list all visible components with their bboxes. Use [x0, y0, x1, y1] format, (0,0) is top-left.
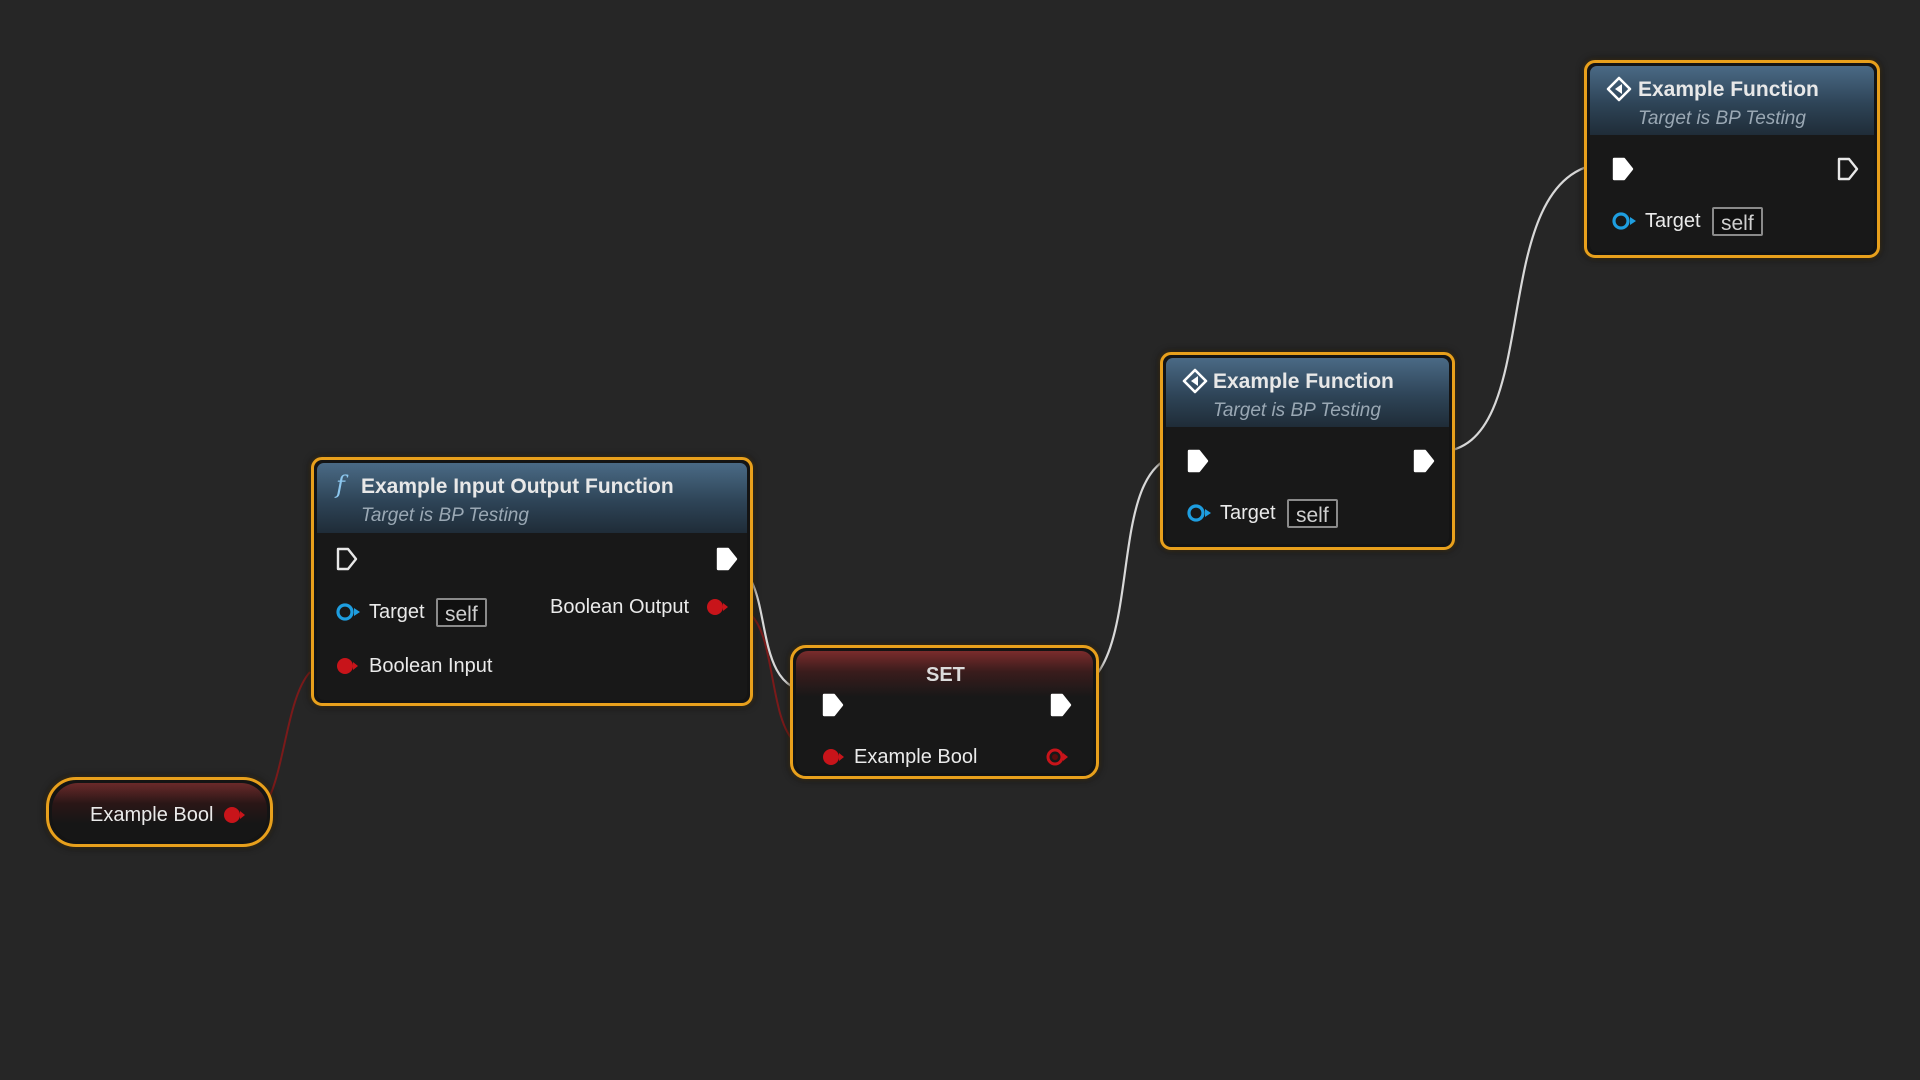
- example-function-node-2[interactable]: Example Function Target is BP Testing Ta…: [1584, 60, 1880, 258]
- node-body: SET Example Bool: [796, 651, 1093, 773]
- bool-output-pin-icon[interactable]: [222, 805, 246, 825]
- node-subtitle: Target is BP Testing: [1213, 400, 1381, 421]
- set-variable-node[interactable]: SET Example Bool: [790, 645, 1099, 779]
- node-title: SET: [926, 664, 965, 686]
- exec-output-pin-icon[interactable]: [1412, 448, 1436, 474]
- example-input-output-function-node[interactable]: f Example Input Output Function Target i…: [311, 457, 753, 706]
- target-self-field[interactable]: self: [1712, 207, 1763, 236]
- exec-input-pin-icon[interactable]: [335, 546, 359, 572]
- event-function-icon: [1606, 76, 1632, 102]
- boolean-output-pin-icon[interactable]: [705, 597, 731, 617]
- node-header[interactable]: f Example Input Output Function Target i…: [317, 463, 747, 533]
- variable-label: Example Bool: [90, 804, 214, 826]
- function-icon: f: [336, 471, 345, 499]
- target-label: Target: [369, 601, 425, 623]
- target-pin-icon[interactable]: [335, 601, 363, 623]
- node-subtitle: Target is BP Testing: [361, 505, 529, 526]
- node-title: Example Function: [1213, 370, 1394, 393]
- exec-input-pin-icon[interactable]: [821, 692, 845, 718]
- node-title: Example Input Output Function: [361, 475, 674, 498]
- example-function-node-1[interactable]: Example Function Target is BP Testing Ta…: [1160, 352, 1455, 550]
- node-body: Example Bool: [52, 783, 267, 841]
- node-subtitle: Target is BP Testing: [1638, 108, 1806, 129]
- target-label: Target: [1220, 502, 1276, 524]
- blueprint-graph-canvas[interactable]: Example Bool f Example Input Output Func…: [0, 0, 1920, 1080]
- node-header[interactable]: Example Function Target is BP Testing: [1590, 66, 1874, 135]
- boolean-input-label: Boolean Input: [369, 655, 493, 677]
- variable-label: Example Bool: [854, 746, 978, 768]
- boolean-output-label: Boolean Output: [550, 596, 689, 618]
- node-body: f Example Input Output Function Target i…: [317, 463, 747, 700]
- variable-output-pin-icon[interactable]: [1045, 747, 1071, 767]
- bool-wire-output-to-set: [751, 615, 796, 743]
- node-title: Example Function: [1638, 78, 1819, 101]
- exec-output-pin-icon[interactable]: [1836, 156, 1860, 182]
- event-function-icon: [1182, 368, 1208, 394]
- boolean-input-pin-icon[interactable]: [335, 656, 361, 676]
- bool-wire-getter-to-input: [261, 671, 311, 811]
- node-header[interactable]: Example Function Target is BP Testing: [1166, 358, 1449, 427]
- target-self-field[interactable]: self: [436, 598, 487, 627]
- target-self-field[interactable]: self: [1287, 499, 1338, 528]
- exec-wire-function1-to-function2: [1437, 161, 1608, 454]
- exec-output-pin-icon[interactable]: [1049, 692, 1073, 718]
- exec-input-pin-icon[interactable]: [1611, 156, 1635, 182]
- exec-input-pin-icon[interactable]: [1186, 448, 1210, 474]
- node-body: Example Function Target is BP Testing Ta…: [1590, 66, 1874, 252]
- node-body: Example Function Target is BP Testing Ta…: [1166, 358, 1449, 544]
- exec-output-pin-icon[interactable]: [715, 546, 739, 572]
- variable-input-pin-icon[interactable]: [821, 747, 847, 767]
- example-bool-getter-node[interactable]: Example Bool: [46, 777, 273, 847]
- target-label: Target: [1645, 210, 1701, 232]
- target-pin-icon[interactable]: [1611, 210, 1639, 232]
- target-pin-icon[interactable]: [1186, 502, 1214, 524]
